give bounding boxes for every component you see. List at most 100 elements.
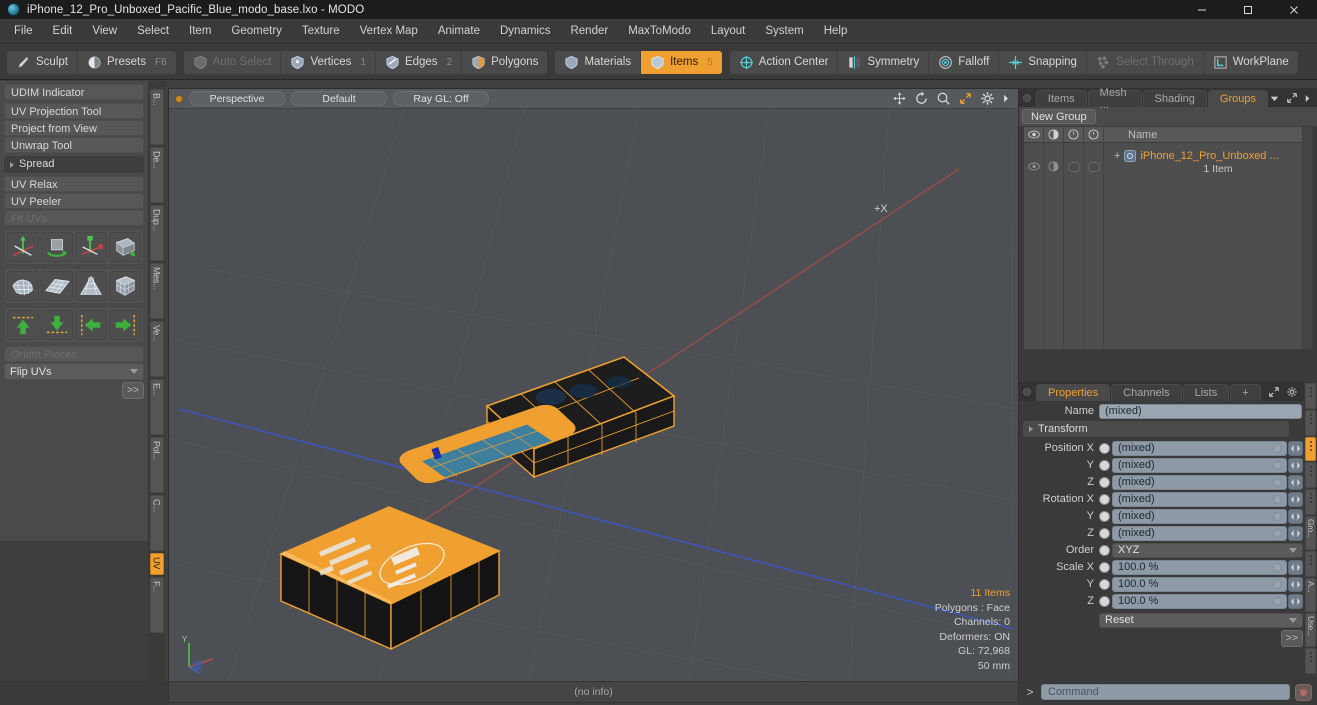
- left-vtab-mes[interactable]: Mes...: [149, 263, 164, 319]
- uv-move-axis-icon[interactable]: [7, 232, 39, 262]
- uv-cone-unwrap-icon[interactable]: [75, 271, 107, 301]
- menu-item-render[interactable]: Render: [560, 19, 618, 44]
- udim-indicator-button[interactable]: UDIM Indicator: [4, 84, 144, 100]
- property-channel-toggle[interactable]: [1099, 527, 1110, 539]
- property-drag-knob[interactable]: [1273, 494, 1282, 504]
- row-lock-toggle[interactable]: [1064, 159, 1083, 174]
- left-vtab-pol[interactable]: Pol...: [149, 437, 164, 493]
- menu-item-item[interactable]: Item: [179, 19, 221, 44]
- left-vtab-uv[interactable]: UV: [149, 553, 164, 575]
- record-icon[interactable]: [1295, 683, 1312, 701]
- tab-properties[interactable]: Properties: [1036, 384, 1111, 401]
- tab-[interactable]: +: [1230, 384, 1261, 401]
- select-icon[interactable]: [1084, 127, 1103, 143]
- property-channel-toggle[interactable]: [1099, 510, 1110, 522]
- command-input[interactable]: Command: [1041, 684, 1290, 700]
- mode-button-sculpt[interactable]: Sculpt: [7, 50, 78, 74]
- property-drag-knob[interactable]: [1273, 528, 1282, 538]
- uv-move-up-icon[interactable]: [7, 310, 39, 340]
- property-channel-toggle[interactable]: [1099, 442, 1110, 454]
- fit-icon[interactable]: [958, 91, 973, 106]
- property-input-y[interactable]: (mixed): [1112, 508, 1287, 524]
- property-stepper[interactable]: [1288, 491, 1303, 507]
- tool-fit-uvs[interactable]: Fit UVs: [4, 210, 144, 226]
- menu-item-system[interactable]: System: [755, 19, 813, 44]
- left-panel-more-button[interactable]: >>: [122, 382, 144, 399]
- expand-icon[interactable]: [1286, 92, 1298, 104]
- menu-item-texture[interactable]: Texture: [292, 19, 350, 44]
- menu-item-help[interactable]: Help: [814, 19, 858, 44]
- uv-cube-grid-icon[interactable]: [109, 271, 141, 301]
- menu-item-maxtomodo[interactable]: MaxToModo: [618, 19, 701, 44]
- mode-button-snapping[interactable]: Snapping: [999, 50, 1087, 74]
- menu-item-dynamics[interactable]: Dynamics: [490, 19, 560, 44]
- tool-unwrap-tool[interactable]: Unwrap Tool: [4, 137, 144, 153]
- left-vtab-ve[interactable]: Ve...: [149, 321, 164, 377]
- mode-button-symmetry[interactable]: Symmetry: [838, 50, 930, 74]
- left-vtab-e[interactable]: E...: [149, 379, 164, 435]
- mode-button-falloff[interactable]: Falloff: [929, 50, 1000, 74]
- right-vtab-use[interactable]: Use...: [1305, 613, 1316, 647]
- tool-uv-peeler[interactable]: UV Peeler: [4, 193, 144, 209]
- uv-move-down-icon[interactable]: [41, 310, 73, 340]
- property-channel-toggle[interactable]: [1099, 578, 1110, 590]
- menu-item-geometry[interactable]: Geometry: [221, 19, 292, 44]
- mode-button-edges[interactable]: Edges 2: [376, 50, 463, 74]
- menu-item-edit[interactable]: Edit: [43, 19, 83, 44]
- menu-item-view[interactable]: View: [82, 19, 127, 44]
- tool-project-from-view[interactable]: Project from View: [4, 120, 144, 136]
- mode-button-auto-select[interactable]: Auto Select: [184, 50, 282, 74]
- viewport-raygl-selector[interactable]: Ray GL: Off: [393, 91, 489, 106]
- property-input-order[interactable]: XYZ: [1112, 542, 1303, 558]
- property-channel-toggle[interactable]: [1099, 493, 1110, 505]
- tab-items[interactable]: Items: [1035, 90, 1087, 107]
- rotate-icon[interactable]: [914, 91, 929, 106]
- property-input-scale-x[interactable]: 100.0 %: [1112, 559, 1287, 575]
- mode-button-workplane[interactable]: WorkPlane: [1204, 51, 1298, 74]
- left-vtab-c[interactable]: C...: [149, 495, 164, 551]
- 3d-viewport[interactable]: Perspective Default Ray GL: Off +X Y 11 …: [168, 88, 1019, 681]
- property-input-y[interactable]: 100.0 %: [1112, 576, 1287, 592]
- tab-lists[interactable]: Lists: [1182, 384, 1230, 401]
- right-vtab-seg9[interactable]: [1305, 648, 1316, 674]
- properties-more-button[interactable]: >>: [1281, 629, 1303, 647]
- uv-move-left-icon[interactable]: [75, 310, 107, 340]
- groups-list[interactable]: Name + iPhone_12_Pro_Unboxed ... 1 Item: [1023, 126, 1313, 350]
- property-input-rotation-x[interactable]: (mixed): [1112, 491, 1287, 507]
- transform-section-header[interactable]: Transform: [1023, 421, 1289, 437]
- menu-item-select[interactable]: Select: [127, 19, 179, 44]
- chevron-right-icon[interactable]: [1304, 93, 1311, 104]
- name-input[interactable]: (mixed): [1099, 403, 1302, 419]
- expand-icon[interactable]: [1268, 386, 1280, 398]
- uv-rotate-cube-icon[interactable]: [41, 232, 73, 262]
- viewport-canvas[interactable]: +X Y 11 Items Polygons: Face Channels: …: [169, 109, 1018, 681]
- properties-menu-dot-icon[interactable]: [1023, 388, 1031, 396]
- new-group-button[interactable]: New Group: [1022, 109, 1096, 124]
- minimize-button[interactable]: [1179, 0, 1225, 19]
- chevron-right-icon[interactable]: [1002, 91, 1010, 106]
- left-vtab-de[interactable]: De...: [149, 147, 164, 203]
- zoom-icon[interactable]: [936, 91, 951, 106]
- close-button[interactable]: [1271, 0, 1317, 19]
- tab-shading[interactable]: Shading: [1142, 90, 1207, 107]
- uv-grid-plane-icon[interactable]: [41, 271, 73, 301]
- property-drag-knob[interactable]: [1273, 460, 1282, 470]
- viewport-menu-dot-icon[interactable]: [175, 94, 183, 103]
- property-drag-knob[interactable]: [1273, 596, 1282, 606]
- property-stepper[interactable]: [1288, 440, 1303, 456]
- row-visibility-toggle[interactable]: [1024, 159, 1043, 174]
- property-stepper[interactable]: [1288, 508, 1303, 524]
- render-icon[interactable]: [1044, 127, 1063, 143]
- property-stepper[interactable]: [1288, 457, 1303, 473]
- eye-icon[interactable]: [1024, 127, 1043, 143]
- right-vtab-seg1[interactable]: [1305, 410, 1316, 436]
- uv-scale-axis-icon[interactable]: [75, 232, 107, 262]
- viewport-shading-selector[interactable]: Default: [291, 91, 387, 106]
- expand-plus-icon[interactable]: +: [1114, 150, 1120, 162]
- table-row[interactable]: + iPhone_12_Pro_Unboxed ...: [1104, 148, 1302, 163]
- left-vtab-b[interactable]: B...: [149, 89, 164, 145]
- property-channel-toggle[interactable]: [1099, 476, 1110, 488]
- property-input-position-x[interactable]: (mixed): [1112, 440, 1287, 456]
- left-vtab-f[interactable]: F...: [149, 577, 164, 633]
- lock-icon[interactable]: [1064, 127, 1083, 143]
